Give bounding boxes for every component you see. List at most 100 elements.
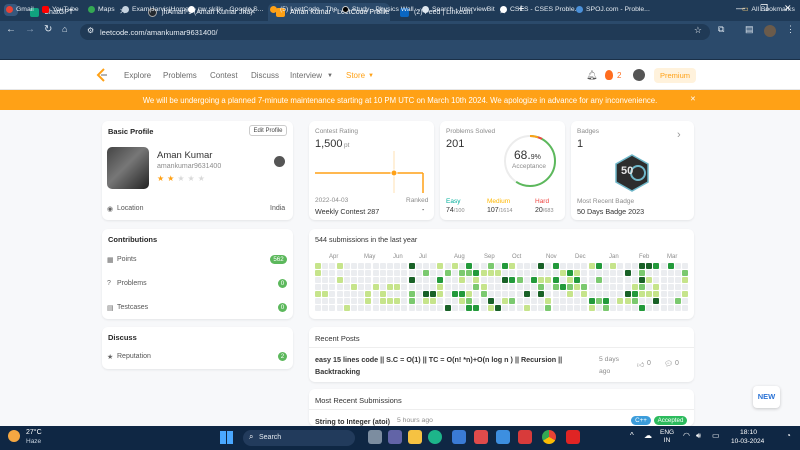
heatmap-cell[interactable] <box>559 298 566 304</box>
menu-icon[interactable]: ⋮ <box>786 24 795 35</box>
heatmap-cell[interactable] <box>502 284 509 290</box>
heatmap-cell[interactable] <box>466 284 473 290</box>
heatmap-cell[interactable] <box>502 298 509 304</box>
heatmap-cell[interactable] <box>595 263 602 269</box>
heatmap-cell[interactable] <box>459 277 465 283</box>
heatmap-cell[interactable] <box>646 263 653 269</box>
heatmap-cell[interactable] <box>574 298 581 304</box>
heatmap-cell[interactable] <box>451 270 458 276</box>
heatmap-cell[interactable] <box>430 298 437 304</box>
heatmap-cell[interactable] <box>315 284 321 290</box>
heatmap-cell[interactable] <box>495 291 501 297</box>
heatmap-cell[interactable] <box>581 277 588 283</box>
heatmap-cell[interactable] <box>653 270 660 276</box>
heatmap-cell[interactable] <box>531 284 537 290</box>
heatmap-cell[interactable] <box>639 298 645 304</box>
heatmap-cell[interactable] <box>408 284 415 290</box>
heatmap-cell[interactable] <box>322 263 329 269</box>
heatmap-cell[interactable] <box>358 284 365 290</box>
heatmap-cell[interactable] <box>459 305 465 311</box>
heatmap-cell[interactable] <box>394 270 401 276</box>
heatmap-cell[interactable] <box>423 263 429 269</box>
heatmap-cell[interactable] <box>387 284 393 290</box>
heatmap-cell[interactable] <box>588 291 595 297</box>
heatmap-cell[interactable] <box>552 305 559 311</box>
heatmap-cell[interactable] <box>538 263 545 269</box>
heatmap-cell[interactable] <box>315 263 321 269</box>
heatmap-cell[interactable] <box>401 298 408 304</box>
heatmap-cell[interactable] <box>552 298 559 304</box>
bookmark-star-icon[interactable]: ☆ <box>694 25 702 36</box>
heatmap-cell[interactable] <box>653 263 660 269</box>
heatmap-cell[interactable] <box>387 291 393 297</box>
heatmap-cell[interactable] <box>660 284 667 290</box>
heatmap-cell[interactable] <box>603 270 609 276</box>
heatmap-cell[interactable] <box>495 263 501 269</box>
heatmap-cell[interactable] <box>415 263 422 269</box>
heatmap-cell[interactable] <box>667 305 674 311</box>
heatmap-cell[interactable] <box>315 277 321 283</box>
heatmap-cell[interactable] <box>523 305 530 311</box>
heatmap-cell[interactable] <box>423 305 429 311</box>
heatmap-cell[interactable] <box>430 277 437 283</box>
heatmap-cell[interactable] <box>675 284 681 290</box>
heatmap-cell[interactable] <box>631 291 638 297</box>
nav-contest[interactable]: Contest <box>210 71 238 80</box>
site-info-icon[interactable]: ⚙ <box>87 26 94 35</box>
heatmap-cell[interactable] <box>372 291 379 297</box>
edit-profile-button[interactable]: Edit Profile <box>249 125 287 136</box>
heatmap-cell[interactable] <box>379 263 386 269</box>
heatmap-cell[interactable] <box>387 263 393 269</box>
heatmap-cell[interactable] <box>624 305 631 311</box>
heatmap-cell[interactable] <box>495 298 501 304</box>
heatmap-cell[interactable] <box>516 298 523 304</box>
heatmap-cell[interactable] <box>372 305 379 311</box>
nav-store[interactable]: Store <box>346 71 365 80</box>
nav-problems[interactable]: Problems <box>163 71 197 80</box>
heatmap-cell[interactable] <box>480 284 487 290</box>
heatmap-cell[interactable] <box>437 277 444 283</box>
bookmark-interviewbit[interactable]: Search - InterviewBit <box>422 3 495 15</box>
heatmap-cell[interactable] <box>444 277 451 283</box>
heatmap-cell[interactable] <box>603 305 609 311</box>
heatmap-cell[interactable] <box>603 263 609 269</box>
heatmap-cell[interactable] <box>603 298 609 304</box>
heatmap-cell[interactable] <box>617 277 624 283</box>
heatmap-cell[interactable] <box>667 298 674 304</box>
weather-icon[interactable] <box>8 430 20 442</box>
heatmap-cell[interactable] <box>603 284 609 290</box>
heatmap-cell[interactable] <box>423 270 429 276</box>
heatmap-cell[interactable] <box>682 291 689 297</box>
heatmap-cell[interactable] <box>682 298 689 304</box>
heatmap-cell[interactable] <box>639 263 645 269</box>
nav-interview[interactable]: Interview <box>290 71 322 80</box>
bookmark-youtube[interactable]: YouTube <box>42 3 79 15</box>
heatmap-cell[interactable] <box>365 263 372 269</box>
close-banner-icon[interactable]: ✕ <box>690 95 696 103</box>
heatmap-cell[interactable] <box>660 298 667 304</box>
heatmap-cell[interactable] <box>552 277 559 283</box>
heatmap-cell[interactable] <box>408 305 415 311</box>
heatmap-cell[interactable] <box>451 284 458 290</box>
heatmap-cell[interactable] <box>487 270 494 276</box>
heatmap-cell[interactable] <box>444 305 451 311</box>
heatmap-cell[interactable] <box>567 298 573 304</box>
heatmap-cell[interactable] <box>509 298 516 304</box>
heatmap-cell[interactable] <box>444 270 451 276</box>
heatmap-cell[interactable] <box>667 291 674 297</box>
heatmap-cell[interactable] <box>552 284 559 290</box>
heatmap-cell[interactable] <box>516 305 523 311</box>
heatmap-cell[interactable] <box>358 291 365 297</box>
address-bar[interactable]: ⚙ leetcode.com/amankumar9631400/ ☆ <box>80 24 710 40</box>
heatmap-cell[interactable] <box>523 270 530 276</box>
notification-bell-icon[interactable]: 🔔︎ <box>586 70 597 81</box>
heatmap-cell[interactable] <box>502 270 509 276</box>
heatmap-cell[interactable] <box>567 284 573 290</box>
heatmap-cell[interactable] <box>552 291 559 297</box>
heatmap-cell[interactable] <box>559 270 566 276</box>
heatmap-cell[interactable] <box>408 270 415 276</box>
heatmap-cell[interactable] <box>401 270 408 276</box>
post-title-link[interactable]: easy 15 lines code || S.C = O(1) || TC =… <box>315 354 581 378</box>
chevron-right-icon[interactable]: › <box>677 129 681 141</box>
edge-icon[interactable] <box>428 430 442 444</box>
